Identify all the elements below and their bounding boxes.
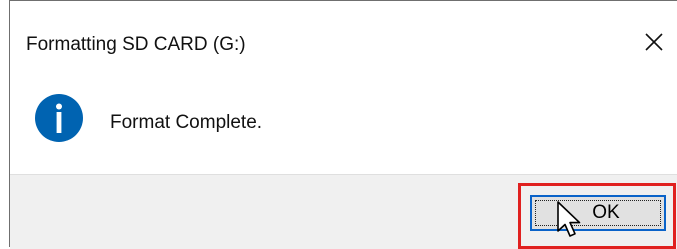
information-icon — [35, 94, 83, 142]
button-footer: OK — [10, 174, 677, 249]
title-bar: Formatting SD CARD (G:) — [10, 1, 677, 83]
message-area: Format Complete. — [10, 83, 677, 174]
close-icon — [645, 33, 663, 51]
ok-button[interactable]: OK — [530, 195, 666, 231]
close-button[interactable] — [631, 19, 677, 65]
format-complete-dialog: Formatting SD CARD (G:) Format Complete.… — [9, 0, 677, 249]
ok-button-label: OK — [592, 202, 620, 223]
dialog-title: Formatting SD CARD (G:) — [26, 34, 246, 55]
status-message: Format Complete. — [110, 112, 263, 133]
